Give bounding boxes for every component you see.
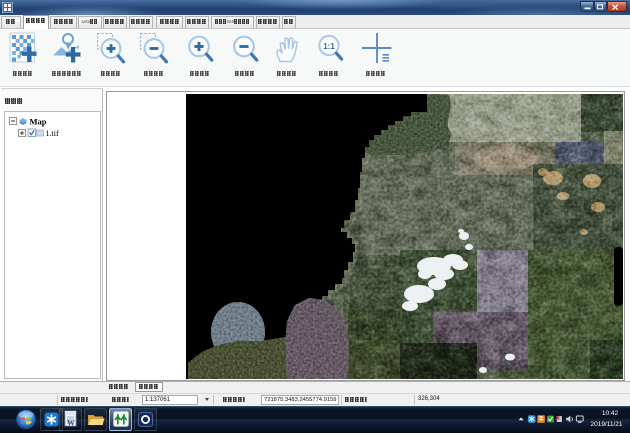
svg-text:1:1: 1:1: [323, 42, 335, 51]
svg-text:Map: Map: [30, 117, 47, 127]
svg-text:W: W: [67, 419, 75, 428]
svg-text:1.tif: 1.tif: [46, 129, 59, 138]
